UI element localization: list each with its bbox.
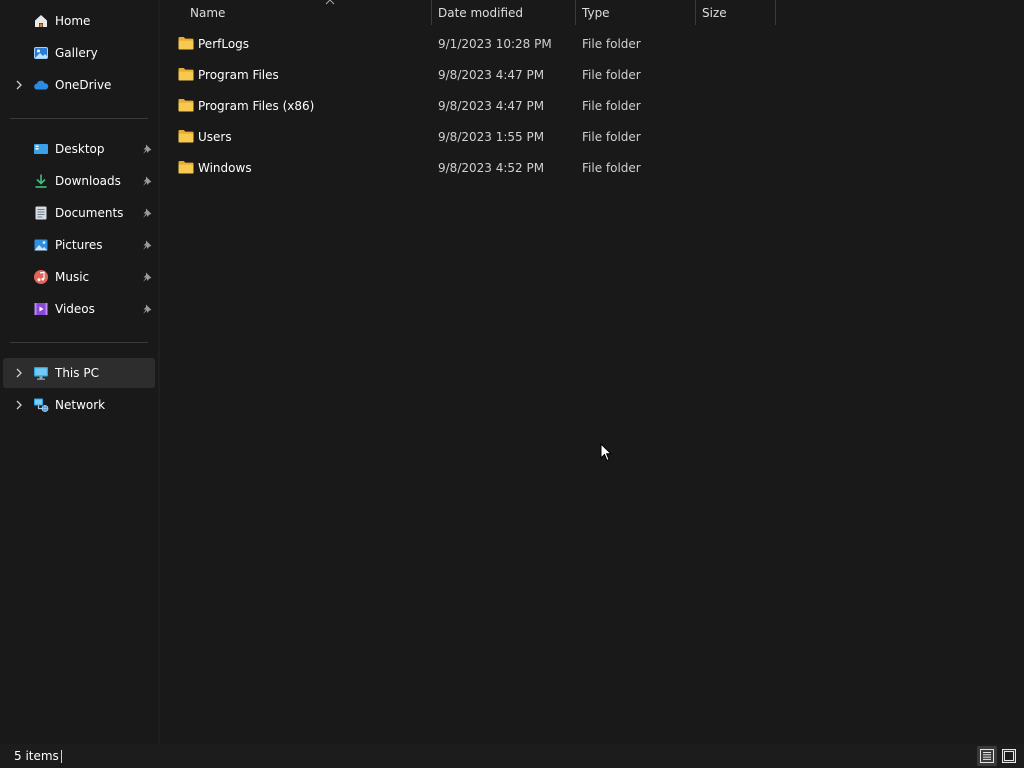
file-name: Program Files (x86): [198, 99, 315, 113]
file-row[interactable]: Program Files (x86) 9/8/2023 4:47 PM Fil…: [168, 91, 768, 121]
nav-item-network[interactable]: Network: [3, 390, 155, 420]
nav-item-home[interactable]: Home: [3, 6, 155, 36]
chevron-right-icon[interactable]: [13, 367, 25, 379]
folder-icon: [178, 161, 194, 174]
pin-icon[interactable]: [141, 271, 153, 283]
nav-item-label: Network: [55, 398, 106, 412]
file-row[interactable]: Windows 9/8/2023 4:52 PM File folder: [168, 153, 768, 183]
pin-icon[interactable]: [141, 143, 153, 155]
file-row[interactable]: PerfLogs 9/1/2023 10:28 PM File folder: [168, 29, 768, 59]
file-row[interactable]: Users 9/8/2023 1:55 PM File folder: [168, 122, 768, 152]
large-icons-view-button[interactable]: [999, 746, 1019, 766]
column-separator[interactable]: [775, 0, 776, 25]
file-date-modified: 9/1/2023 10:28 PM: [438, 37, 552, 51]
nav-item-label: Videos: [55, 302, 95, 316]
pin-icon[interactable]: [141, 175, 153, 187]
nav-item-gallery[interactable]: Gallery: [3, 38, 155, 68]
column-header-type[interactable]: Type: [574, 0, 695, 25]
pin-icon[interactable]: [141, 303, 153, 315]
file-list: Name Date modified Type Size PerfLogs 9/…: [160, 0, 1024, 744]
file-date-modified: 9/8/2023 4:52 PM: [438, 161, 545, 175]
music-icon: [33, 269, 49, 285]
details-view-icon: [980, 749, 994, 763]
column-header-label: Size: [702, 6, 727, 20]
file-type: File folder: [582, 161, 641, 175]
status-separator: [61, 750, 62, 763]
folder-icon: [178, 99, 194, 112]
nav-item-this-pc[interactable]: This PC: [3, 358, 155, 388]
chevron-right-icon[interactable]: [13, 399, 25, 411]
column-header-label: Name: [190, 6, 226, 20]
nav-item-onedrive[interactable]: OneDrive: [3, 70, 155, 100]
nav-item-label: Pictures: [55, 238, 103, 252]
documents-icon: [33, 205, 49, 221]
nav-item-label: This PC: [55, 366, 99, 380]
nav-divider: [10, 118, 148, 119]
nav-item-label: OneDrive: [55, 78, 112, 92]
nav-item-videos[interactable]: Videos: [3, 294, 155, 324]
column-header-date-modified[interactable]: Date modified: [430, 0, 575, 25]
nav-item-music[interactable]: Music: [3, 262, 155, 292]
column-header-name[interactable]: Name: [182, 0, 431, 25]
column-header-label: Type: [582, 6, 610, 20]
pictures-icon: [33, 237, 49, 253]
file-row[interactable]: Program Files 9/8/2023 4:47 PM File fold…: [168, 60, 768, 90]
status-bar: 5 items: [0, 744, 1024, 768]
nav-item-label: Desktop: [55, 142, 105, 156]
onedrive-icon: [33, 77, 49, 93]
nav-item-label: Music: [55, 270, 90, 284]
folder-icon: [178, 68, 194, 81]
file-name: PerfLogs: [198, 37, 250, 51]
nav-divider: [10, 342, 148, 343]
file-name: Program Files: [198, 68, 279, 82]
file-type: File folder: [582, 99, 641, 113]
nav-item-desktop[interactable]: Desktop: [3, 134, 155, 164]
column-header-label: Date modified: [438, 6, 524, 20]
pin-icon[interactable]: [141, 239, 153, 251]
file-name: Windows: [198, 161, 252, 175]
item-count: 5 items: [14, 749, 59, 763]
folder-icon: [178, 130, 194, 143]
file-type: File folder: [582, 68, 641, 82]
file-type: File folder: [582, 130, 641, 144]
file-date-modified: 9/8/2023 4:47 PM: [438, 99, 545, 113]
nav-item-pictures[interactable]: Pictures: [3, 230, 155, 260]
nav-item-label: Home: [55, 14, 91, 28]
file-date-modified: 9/8/2023 4:47 PM: [438, 68, 545, 82]
network-icon: [33, 397, 49, 413]
nav-item-documents[interactable]: Documents: [3, 198, 155, 228]
nav-item-label: Downloads: [55, 174, 121, 188]
details-view-button[interactable]: [977, 746, 997, 766]
nav-item-label: Documents: [55, 206, 124, 220]
file-explorer-window: Home Gallery OneDrive Desktop Downloads …: [0, 0, 1024, 768]
mouse-cursor-icon: [600, 443, 612, 462]
nav-item-downloads[interactable]: Downloads: [3, 166, 155, 196]
this-pc-icon: [33, 365, 49, 381]
downloads-icon: [33, 173, 49, 189]
navigation-pane: Home Gallery OneDrive Desktop Downloads …: [0, 0, 158, 744]
chevron-right-icon[interactable]: [13, 79, 25, 91]
large-icons-view-icon: [1002, 749, 1016, 763]
pin-icon[interactable]: [141, 207, 153, 219]
file-date-modified: 9/8/2023 1:55 PM: [438, 130, 545, 144]
file-name: Users: [198, 130, 232, 144]
file-type: File folder: [582, 37, 641, 51]
sort-ascending-icon: [325, 0, 335, 5]
gallery-icon: [33, 45, 49, 61]
folder-icon: [178, 37, 194, 50]
home-icon: [33, 13, 49, 29]
nav-item-label: Gallery: [55, 46, 98, 60]
videos-icon: [33, 301, 49, 317]
column-header-size[interactable]: Size: [694, 0, 775, 25]
desktop-icon: [33, 141, 49, 157]
